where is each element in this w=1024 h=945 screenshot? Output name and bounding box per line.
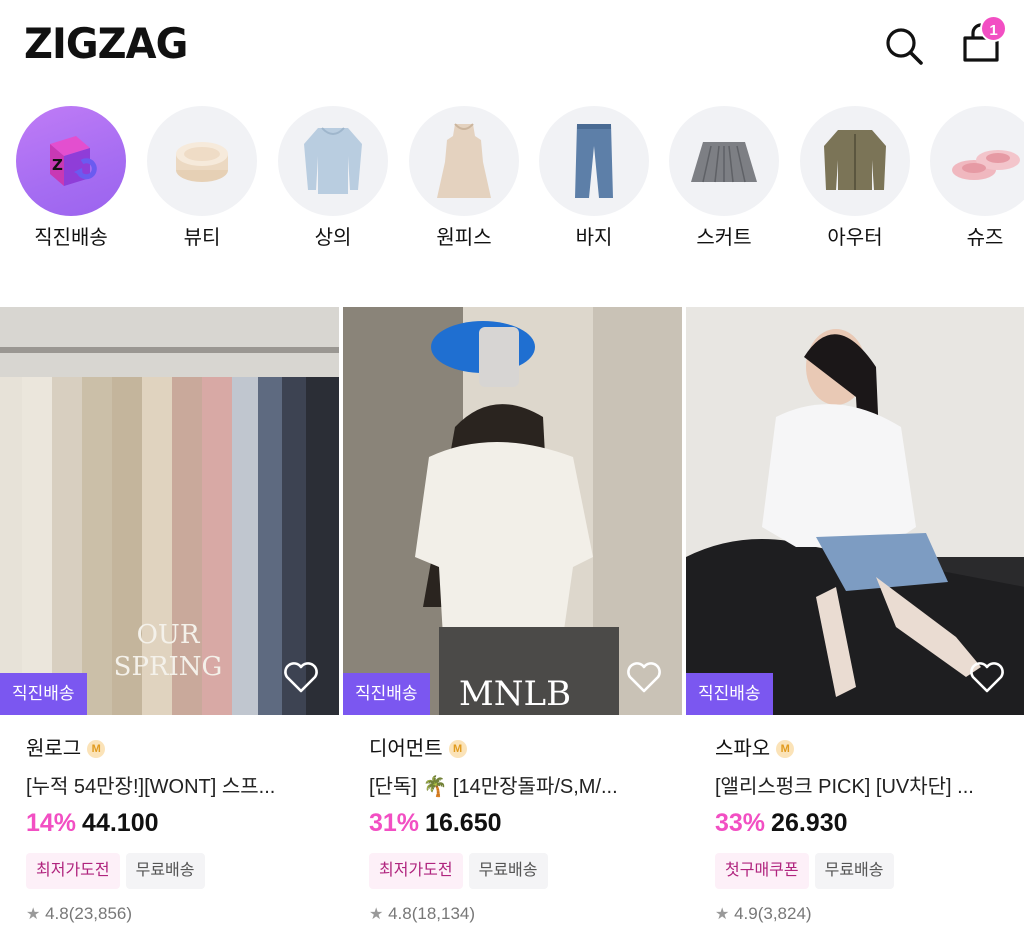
rating: ★ 4.9(3,824) <box>715 903 1024 926</box>
category-circle <box>147 106 257 216</box>
shop-name[interactable]: 디어먼트 <box>369 735 443 763</box>
product-image[interactable]: 직진배송 <box>686 307 1024 715</box>
rating-score: 4.8 <box>45 904 69 923</box>
image-overlay-text: MNLB <box>459 674 571 714</box>
discount-rate: 14% <box>26 809 77 837</box>
price: 16.650 <box>425 809 502 837</box>
discount-rate: 31% <box>369 809 420 837</box>
rating: ★ 4.8(18,134) <box>369 903 682 926</box>
shop-grade-badge: M <box>87 740 106 758</box>
woman-on-sofa-photo <box>686 307 1024 715</box>
tag-lowest-price: 최저가도전 <box>369 853 463 889</box>
rating-score: 4.9 <box>734 904 758 923</box>
app-header: ZIGZAG 1 <box>0 0 1024 90</box>
tag-free-shipping: 무료배송 <box>814 853 894 889</box>
knit-top-icon <box>304 127 362 194</box>
category-circle <box>800 106 910 216</box>
direct-delivery-badge: 직진배송 <box>686 673 773 715</box>
product-title[interactable]: [앨리스펑크 PICK] [UV차단] ... <box>715 773 1005 801</box>
pants-on-rack-photo: OUR SPRING <box>0 307 339 715</box>
review-count: (18,134) <box>411 904 476 923</box>
cart-count-badge: 1 <box>980 15 1007 42</box>
wishlist-button[interactable] <box>624 657 664 697</box>
woman-selfie-white-tee-photo: MNLB <box>343 307 682 715</box>
shop-name[interactable]: 원로그 <box>26 735 81 763</box>
image-overlay-text: SPRING <box>114 652 223 682</box>
product-image[interactable]: OUR SPRING 직진배송 <box>0 307 339 715</box>
category-circle <box>669 106 779 216</box>
category-circle <box>539 106 649 216</box>
search-icon <box>886 28 923 65</box>
discount-rate: 33% <box>715 809 766 837</box>
product-card[interactable]: 직진배송 스파오 M [앨리스펑크 PICK] [UV차단] ... 33% 26… <box>686 307 1024 926</box>
tag-free-shipping: 무료배송 <box>125 853 205 889</box>
price: 26.930 <box>771 809 848 837</box>
heart-icon <box>970 662 1004 693</box>
star-icon: ★ <box>715 906 730 923</box>
cushion-compact-icon <box>176 142 228 182</box>
category-pants[interactable]: 바지 <box>538 106 650 251</box>
direct-delivery-badge: 직진배송 <box>343 673 430 715</box>
category-outerwear[interactable]: 아우터 <box>799 106 911 251</box>
star-icon: ★ <box>26 906 41 923</box>
category-row: Z 직진배송 뷰티 상의 원피스 바지 스커트 아우터 슈즈 <box>0 106 1024 266</box>
jacket-icon <box>824 130 886 190</box>
product-card[interactable]: MNLB 직진배송 디어먼트 M [단독] 🌴 [14만장돌파/S,M/... … <box>343 307 682 926</box>
jeans-icon <box>575 124 613 198</box>
review-count: (23,856) <box>68 904 133 923</box>
tag-free-shipping: 무료배송 <box>468 853 548 889</box>
rating-score: 4.8 <box>388 904 412 923</box>
category-dresses[interactable]: 원피스 <box>408 106 520 251</box>
product-title[interactable]: [누적 54만장!][WONT] 스프... <box>26 773 316 801</box>
price: 44.100 <box>82 809 159 837</box>
star-icon: ★ <box>369 906 384 923</box>
shop-name[interactable]: 스파오 <box>715 735 770 763</box>
category-skirts[interactable]: 스커트 <box>668 106 780 251</box>
category-circle <box>930 106 1024 216</box>
search-button[interactable] <box>880 22 928 70</box>
pleated-skirt-icon <box>691 142 757 183</box>
category-direct-delivery[interactable]: Z 직진배송 <box>15 106 127 251</box>
rating: ★ 4.8(23,856) <box>26 903 339 926</box>
shop-grade-badge: M <box>448 740 467 758</box>
category-circle <box>278 106 388 216</box>
zigzag-direct-box-icon: Z <box>50 136 97 186</box>
wishlist-button[interactable] <box>967 657 1007 697</box>
category-beauty[interactable]: 뷰티 <box>146 106 258 251</box>
category-shoes[interactable]: 슈즈 <box>929 106 1024 251</box>
category-circle: Z <box>16 106 126 216</box>
review-count: (3,824) <box>757 904 812 923</box>
zigzag-logo[interactable]: ZIGZAG <box>24 20 188 68</box>
shop-grade-badge: M <box>776 740 795 758</box>
image-overlay-text: OUR <box>137 620 201 650</box>
tag-lowest-price: 최저가도전 <box>26 853 120 889</box>
product-image[interactable]: MNLB 직진배송 <box>343 307 682 715</box>
dress-icon <box>437 123 491 198</box>
wishlist-button[interactable] <box>281 657 321 697</box>
heart-icon <box>284 662 318 693</box>
tag-first-purchase-coupon: 첫구매쿠폰 <box>715 853 809 889</box>
ballet-flats-icon <box>952 150 1020 180</box>
direct-delivery-badge: 직진배송 <box>0 673 87 715</box>
heart-icon <box>627 662 661 693</box>
product-title[interactable]: [단독] 🌴 [14만장돌파/S,M/... <box>369 773 659 801</box>
product-card[interactable]: OUR SPRING 직진배송 원로그 M [누적 54만장!][WONT] 스… <box>0 307 339 926</box>
svg-text:Z: Z <box>52 156 63 174</box>
category-circle <box>409 106 519 216</box>
category-tops[interactable]: 상의 <box>277 106 389 251</box>
